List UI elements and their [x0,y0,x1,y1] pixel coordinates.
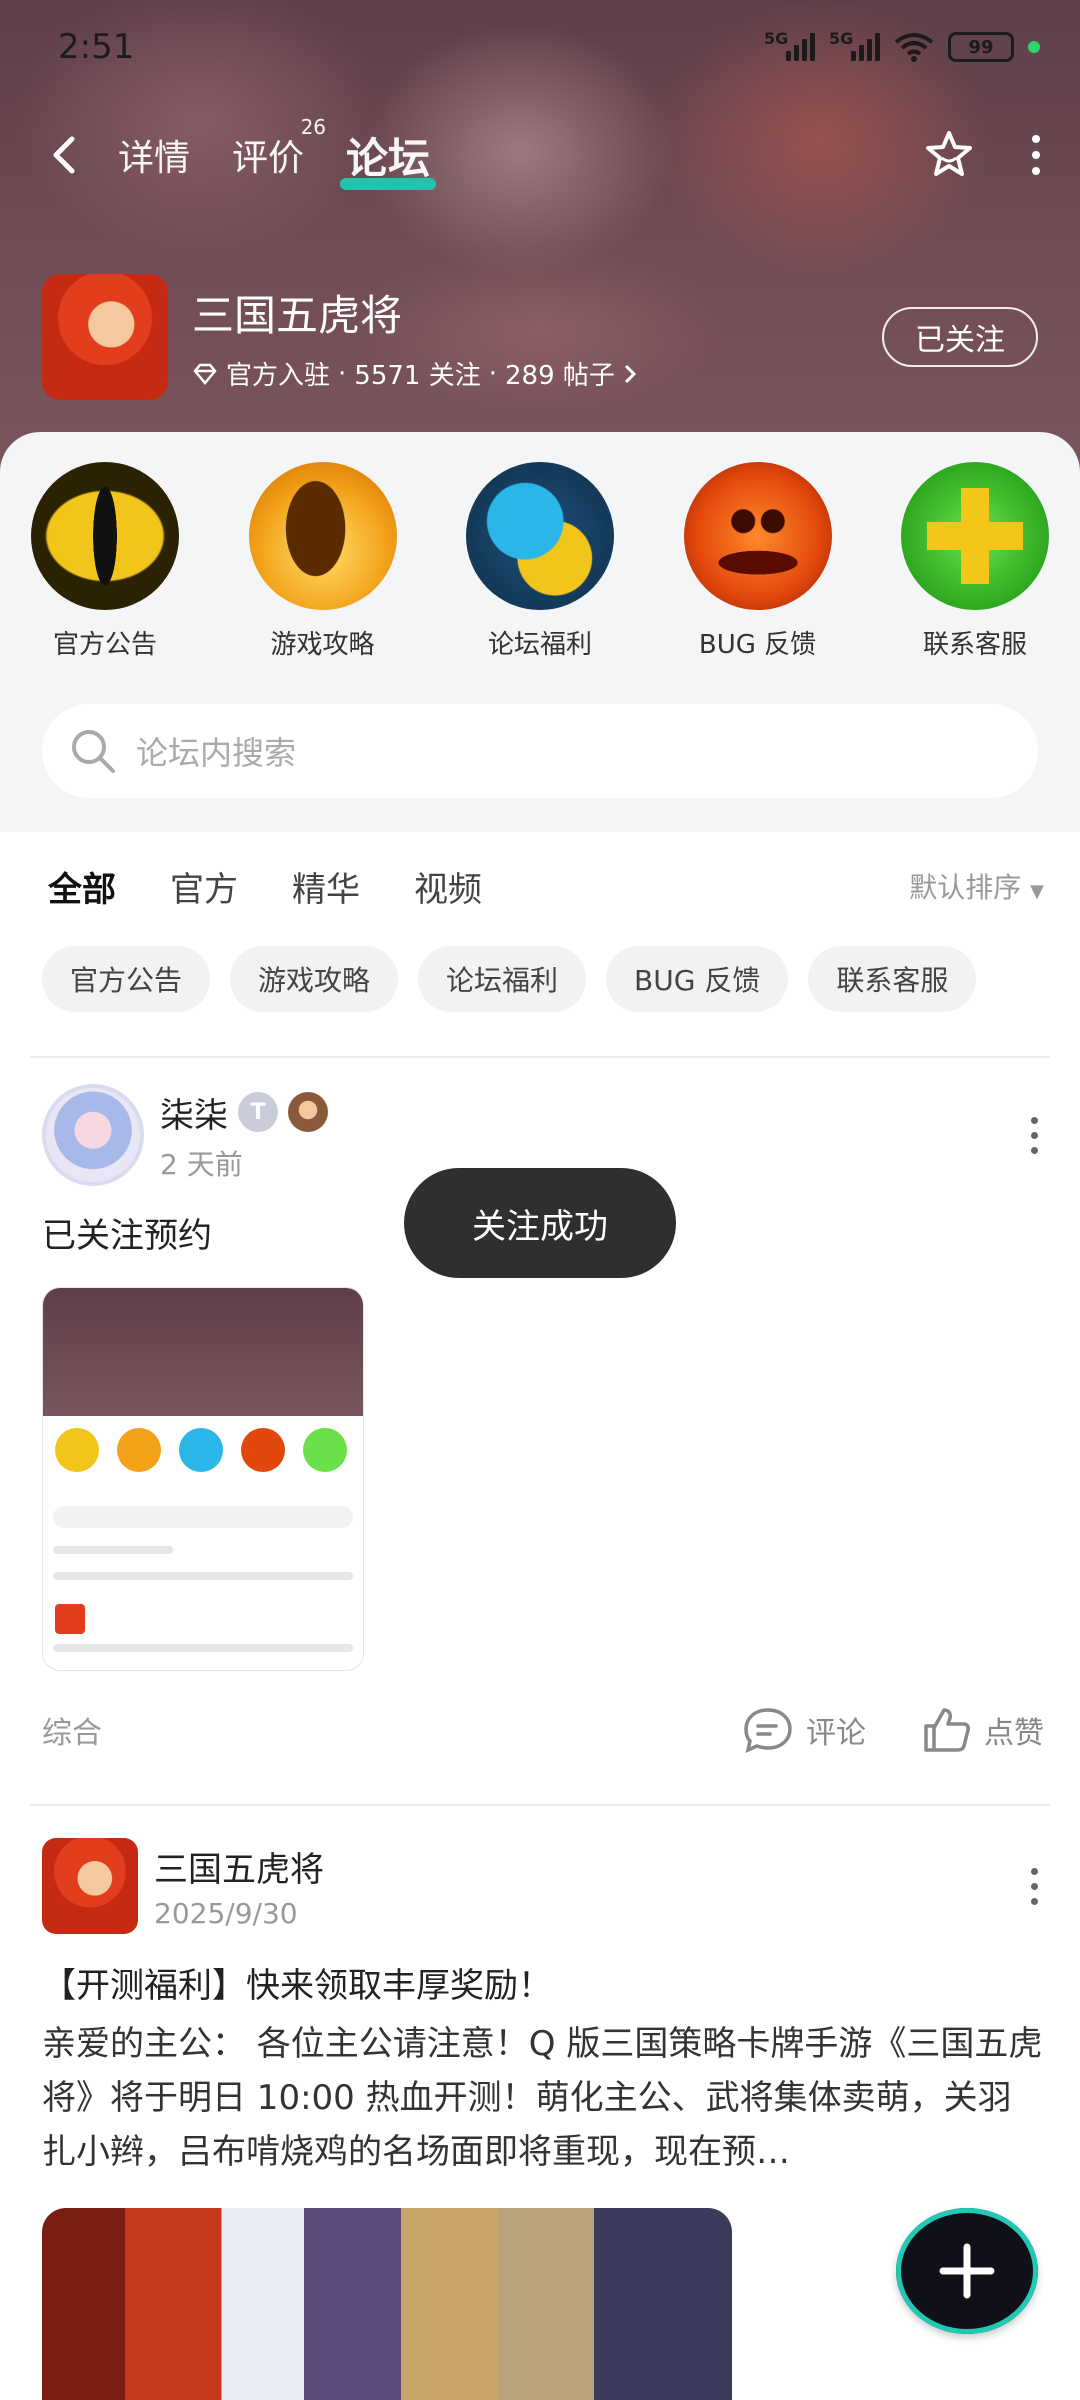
filter-tab-official[interactable]: 官方 [170,862,238,911]
pumpkin-icon [683,462,832,610]
plus-icon [939,2243,995,2299]
chip-row: 官方公告 游戏攻略 论坛福利 BUG 反馈 联系客服 [42,946,1050,1012]
status-time: 2:51 [58,27,135,67]
post-author[interactable]: 柒柒 [160,1088,228,1137]
post-body: 亲爱的主公： 各位主公请注意！Q 版三国策略卡牌手游《三国五虎将》将于明日 10… [42,2024,1043,2172]
game-icon[interactable] [42,274,168,400]
plus-cross-icon [901,462,1049,610]
category-forum-welfare[interactable]: 论坛福利 [465,462,615,661]
toast-message: 关注成功 [404,1168,676,1278]
chip-forum-welfare[interactable]: 论坛福利 [418,946,587,1012]
review-count-badge: 26 [300,115,327,139]
post-more-icon[interactable] [1024,1867,1044,1905]
back-button[interactable] [50,135,90,175]
post-time: 2025/9/30 [154,1897,298,1930]
medal-badge-icon [288,1092,328,1132]
chip-customer-service[interactable]: 联系客服 [808,946,977,1012]
like-button[interactable]: 点赞 [922,1706,1044,1754]
game-title: 三国五虎将 [192,291,403,340]
search-input[interactable]: 论坛内搜索 [42,704,1038,798]
chip-bug-feedback[interactable]: BUG 反馈 [606,946,789,1012]
eye-icon [31,462,179,610]
category-game-guide[interactable]: 游戏攻略 [248,462,398,661]
privacy-dot-icon [1028,41,1040,53]
category-row: 官方公告 游戏攻略 论坛福利 BUG 反馈 联系客服 [30,462,1050,661]
post-title: 【开测福利】快来领取丰厚奖励！ [42,1966,552,2006]
chip-official-notice[interactable]: 官方公告 [42,946,211,1012]
favorite-star-icon[interactable] [922,128,976,182]
post-image[interactable] [42,1287,364,1671]
more-menu-icon[interactable] [1032,135,1040,175]
tab-details[interactable]: 详情 [118,129,190,181]
signal-icon-2: 5G [829,29,880,61]
caret-down-icon: ▼ [1030,881,1044,902]
top-navigation: 详情 评价 26 论坛 [50,115,1040,190]
filter-tab-all[interactable]: 全部 [48,862,116,917]
post-card[interactable]: 三国五虎将 2025/9/30 【开测福利】快来领取丰厚奖励！ 亲爱的主公： 各… [42,1838,1044,2179]
tab-forum[interactable]: 论坛 [340,125,437,190]
chevron-right-icon [624,364,637,383]
sort-dropdown[interactable]: 默认排序 ▼ [909,866,1044,906]
back-arrow-icon [53,136,75,174]
tab-reviews[interactable]: 评价 26 [232,115,326,181]
filter-tab-featured[interactable]: 精华 [292,862,360,911]
game-info: 三国五虎将 官方入驻 · 5571 关注 · 289 帖子 已关注 [42,272,1038,402]
wifi-icon [894,33,934,62]
post-author[interactable]: 三国五虎将 [154,1842,324,1891]
chip-game-guide[interactable]: 游戏攻略 [230,946,399,1012]
divider [30,1056,1050,1058]
category-official-notice[interactable]: 官方公告 [30,462,180,661]
post-more-icon[interactable] [1024,1116,1044,1154]
avatar[interactable] [42,1838,138,1934]
comment-icon [744,1708,792,1754]
comment-button[interactable]: 评论 [742,1706,866,1754]
post-category[interactable]: 综合 [42,1708,102,1752]
game-meta[interactable]: 官方入驻 · 5571 关注 · 289 帖子 [192,355,637,392]
followed-button[interactable]: 已关注 [882,307,1038,367]
avatar[interactable] [42,1084,144,1186]
post-banner-image[interactable] [42,2208,732,2400]
search-icon [72,730,115,773]
post-time: 2 天前 [160,1147,243,1181]
create-post-button[interactable] [896,2208,1038,2334]
battery-icon: 99 [948,32,1014,62]
filter-tabs: 全部 官方 精华 视频 默认排序 ▼ [48,856,1044,917]
gift-icon [466,462,614,610]
guide-icon [248,462,397,610]
thumbs-up-icon [924,1708,970,1752]
status-bar: 2:51 5G 5G 99 [58,22,1040,72]
level-badge-icon: T [238,1092,278,1132]
post-actions: 综合 评论 点赞 [42,1706,1044,1754]
filter-tab-video[interactable]: 视频 [414,862,482,911]
diamond-icon [193,363,217,385]
category-bug-feedback[interactable]: BUG 反馈 [683,462,833,661]
search-placeholder: 论坛内搜索 [136,734,297,772]
divider [30,1804,1050,1806]
category-customer-service[interactable]: 联系客服 [900,462,1050,661]
signal-icon: 5G [764,29,815,61]
